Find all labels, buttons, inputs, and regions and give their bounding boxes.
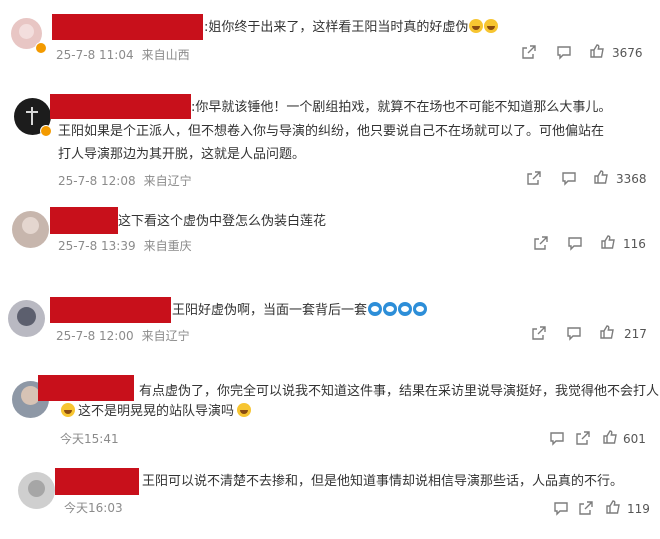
comment-date: 今天16:03 — [64, 501, 123, 515]
comment-text-line: 王阳如果是个正派人，但不想卷入你与导演的纠纷，他只要说自己不在场就可以了。可他偏… — [58, 120, 604, 143]
comment-text-content: :你早就该锤他！一个剧组拍戏，就算不在场也不可能不知道那么大事儿。 — [191, 100, 612, 115]
comment-text-content: 这下看这个虚伪中登怎么伪装白莲花 — [118, 214, 327, 229]
like-count: 119 — [627, 502, 650, 516]
verified-badge-icon — [40, 125, 52, 137]
share-icon[interactable] — [531, 325, 547, 341]
doge-emoji-icon — [398, 302, 413, 316]
laugh-cry-emoji-icon — [237, 403, 252, 417]
comment-location: 来自山西 — [141, 48, 190, 62]
avatar[interactable] — [12, 211, 49, 248]
comment-text: 王阳可以说不清楚不去掺和，但是他知道事情却说相信导演那些话，人品真的不行。 — [142, 470, 623, 493]
comment-item: 王阳可以说不清楚不去掺和，但是他知道事情却说相信导演那些话，人品真的不行。 今天… — [0, 462, 660, 539]
comment-date: 25-7-8 12:00 — [56, 329, 134, 343]
share-icon[interactable] — [578, 500, 594, 516]
username-redaction — [50, 207, 118, 234]
comment-date: 今天15:41 — [60, 432, 119, 446]
comment-text: 王阳好虚伪啊，当面一套背后一套 — [172, 299, 428, 322]
comment-text-content: 打人导演那边为其开脱，这就是人品问题。 — [58, 147, 306, 162]
laugh-cry-emoji-icon — [484, 19, 499, 33]
like-icon[interactable] — [602, 429, 618, 445]
doge-emoji-icon — [413, 302, 428, 316]
like-icon[interactable] — [600, 234, 616, 250]
comment-text-content: 王阳如果是个正派人，但不想卷入你与导演的纠纷，他只要说自己不在场就可以了。可他偏… — [58, 124, 605, 139]
comment-item: :你早就该锤他！一个剧组拍戏，就算不在场也不可能不知道那么大事儿。 王阳如果是个… — [0, 88, 660, 198]
comment-item: 有点虚伪了，你完全可以说我不知道这件事，结果在采访里说导演挺好，我觉得他不会打人… — [0, 369, 660, 459]
username-redaction — [38, 375, 134, 401]
comment-text: :你早就该锤他！一个剧组拍戏，就算不在场也不可能不知道那么大事儿。 — [191, 96, 611, 119]
comment-text: 这下看这个虚伪中登怎么伪装白莲花 — [118, 210, 326, 233]
comment-meta: 25-7-8 11:04 来自山西 — [56, 46, 190, 63]
comment-icon[interactable] — [567, 235, 583, 251]
comment-meta: 25-7-8 13:39 来自重庆 — [58, 237, 192, 254]
comment-icon[interactable] — [556, 44, 572, 60]
username-redaction — [50, 94, 191, 119]
comment-meta: 25-7-8 12:00 来自辽宁 — [56, 327, 190, 344]
comment-location: 来自辽宁 — [141, 329, 190, 343]
comment-date: 25-7-8 11:04 — [56, 48, 134, 62]
like-count: 217 — [624, 327, 647, 341]
comment-icon[interactable] — [561, 170, 577, 186]
comment-text-content: 有点虚伪了，你完全可以说我不知道这件事，结果在采访里说导演挺好，我觉得他不会打人 — [139, 384, 660, 399]
comment-date: 25-7-8 12:08 — [58, 174, 136, 188]
comment-meta: 今天15:41 — [60, 430, 119, 447]
avatar[interactable] — [8, 300, 45, 337]
comment-text-line: 打人导演那边为其开脱，这就是人品问题。 — [58, 143, 305, 166]
comment-location: 来自重庆 — [143, 239, 192, 253]
comment-text-content: 王阳好虚伪啊，当面一套背后一套 — [172, 303, 368, 318]
like-count: 116 — [623, 237, 646, 251]
comment-text-content: 这不是明晃晃的站队导演吗 — [78, 404, 235, 419]
comment-text-content: 王阳可以说不清楚不去掺和，但是他知道事情却说相信导演那些话，人品真的不行。 — [142, 474, 624, 489]
like-icon[interactable] — [599, 324, 615, 340]
laugh-cry-emoji-icon — [61, 403, 75, 417]
doge-emoji-icon — [383, 302, 398, 316]
doge-emoji-icon — [368, 302, 383, 316]
comment-meta: 25-7-8 12:08 来自辽宁 — [58, 172, 192, 189]
comment-text: :姐你终于出来了，这样看王阳当时真的好虚伪 — [204, 16, 499, 39]
share-icon[interactable] — [575, 430, 591, 446]
like-icon[interactable] — [589, 43, 605, 59]
comment-location: 来自辽宁 — [143, 174, 192, 188]
like-count: 3676 — [612, 46, 643, 60]
comment-item: :姐你终于出来了，这样看王阳当时真的好虚伪 25-7-8 11:04 来自山西 3… — [0, 0, 660, 75]
comment-text-line: 这不是明晃晃的站队导演吗 — [60, 400, 252, 423]
like-count: 601 — [623, 432, 646, 446]
share-icon[interactable] — [533, 235, 549, 251]
share-icon[interactable] — [521, 44, 537, 60]
comment-meta: 今天16:03 — [64, 499, 123, 516]
like-icon[interactable] — [593, 169, 609, 185]
share-icon[interactable] — [526, 170, 542, 186]
username-redaction — [50, 297, 171, 323]
comment-icon[interactable] — [566, 325, 582, 341]
comment-text-content: :姐你终于出来了，这样看王阳当时真的好虚伪 — [204, 20, 469, 35]
comment-icon[interactable] — [553, 500, 569, 516]
avatar[interactable] — [18, 472, 55, 509]
comment-item: 王阳好虚伪啊，当面一套背后一套 25-7-8 12:00 来自辽宁 217 — [0, 294, 660, 364]
laugh-cry-emoji-icon — [469, 19, 484, 33]
like-icon[interactable] — [605, 499, 621, 515]
verified-badge-icon — [35, 42, 47, 54]
username-redaction — [52, 14, 203, 40]
like-count: 3368 — [616, 172, 647, 186]
username-redaction — [55, 468, 139, 495]
comment-item: 这下看这个虚伪中登怎么伪装白莲花 25-7-8 13:39 来自重庆 116 — [0, 205, 660, 285]
comment-date: 25-7-8 13:39 — [58, 239, 136, 253]
comment-icon[interactable] — [549, 430, 565, 446]
